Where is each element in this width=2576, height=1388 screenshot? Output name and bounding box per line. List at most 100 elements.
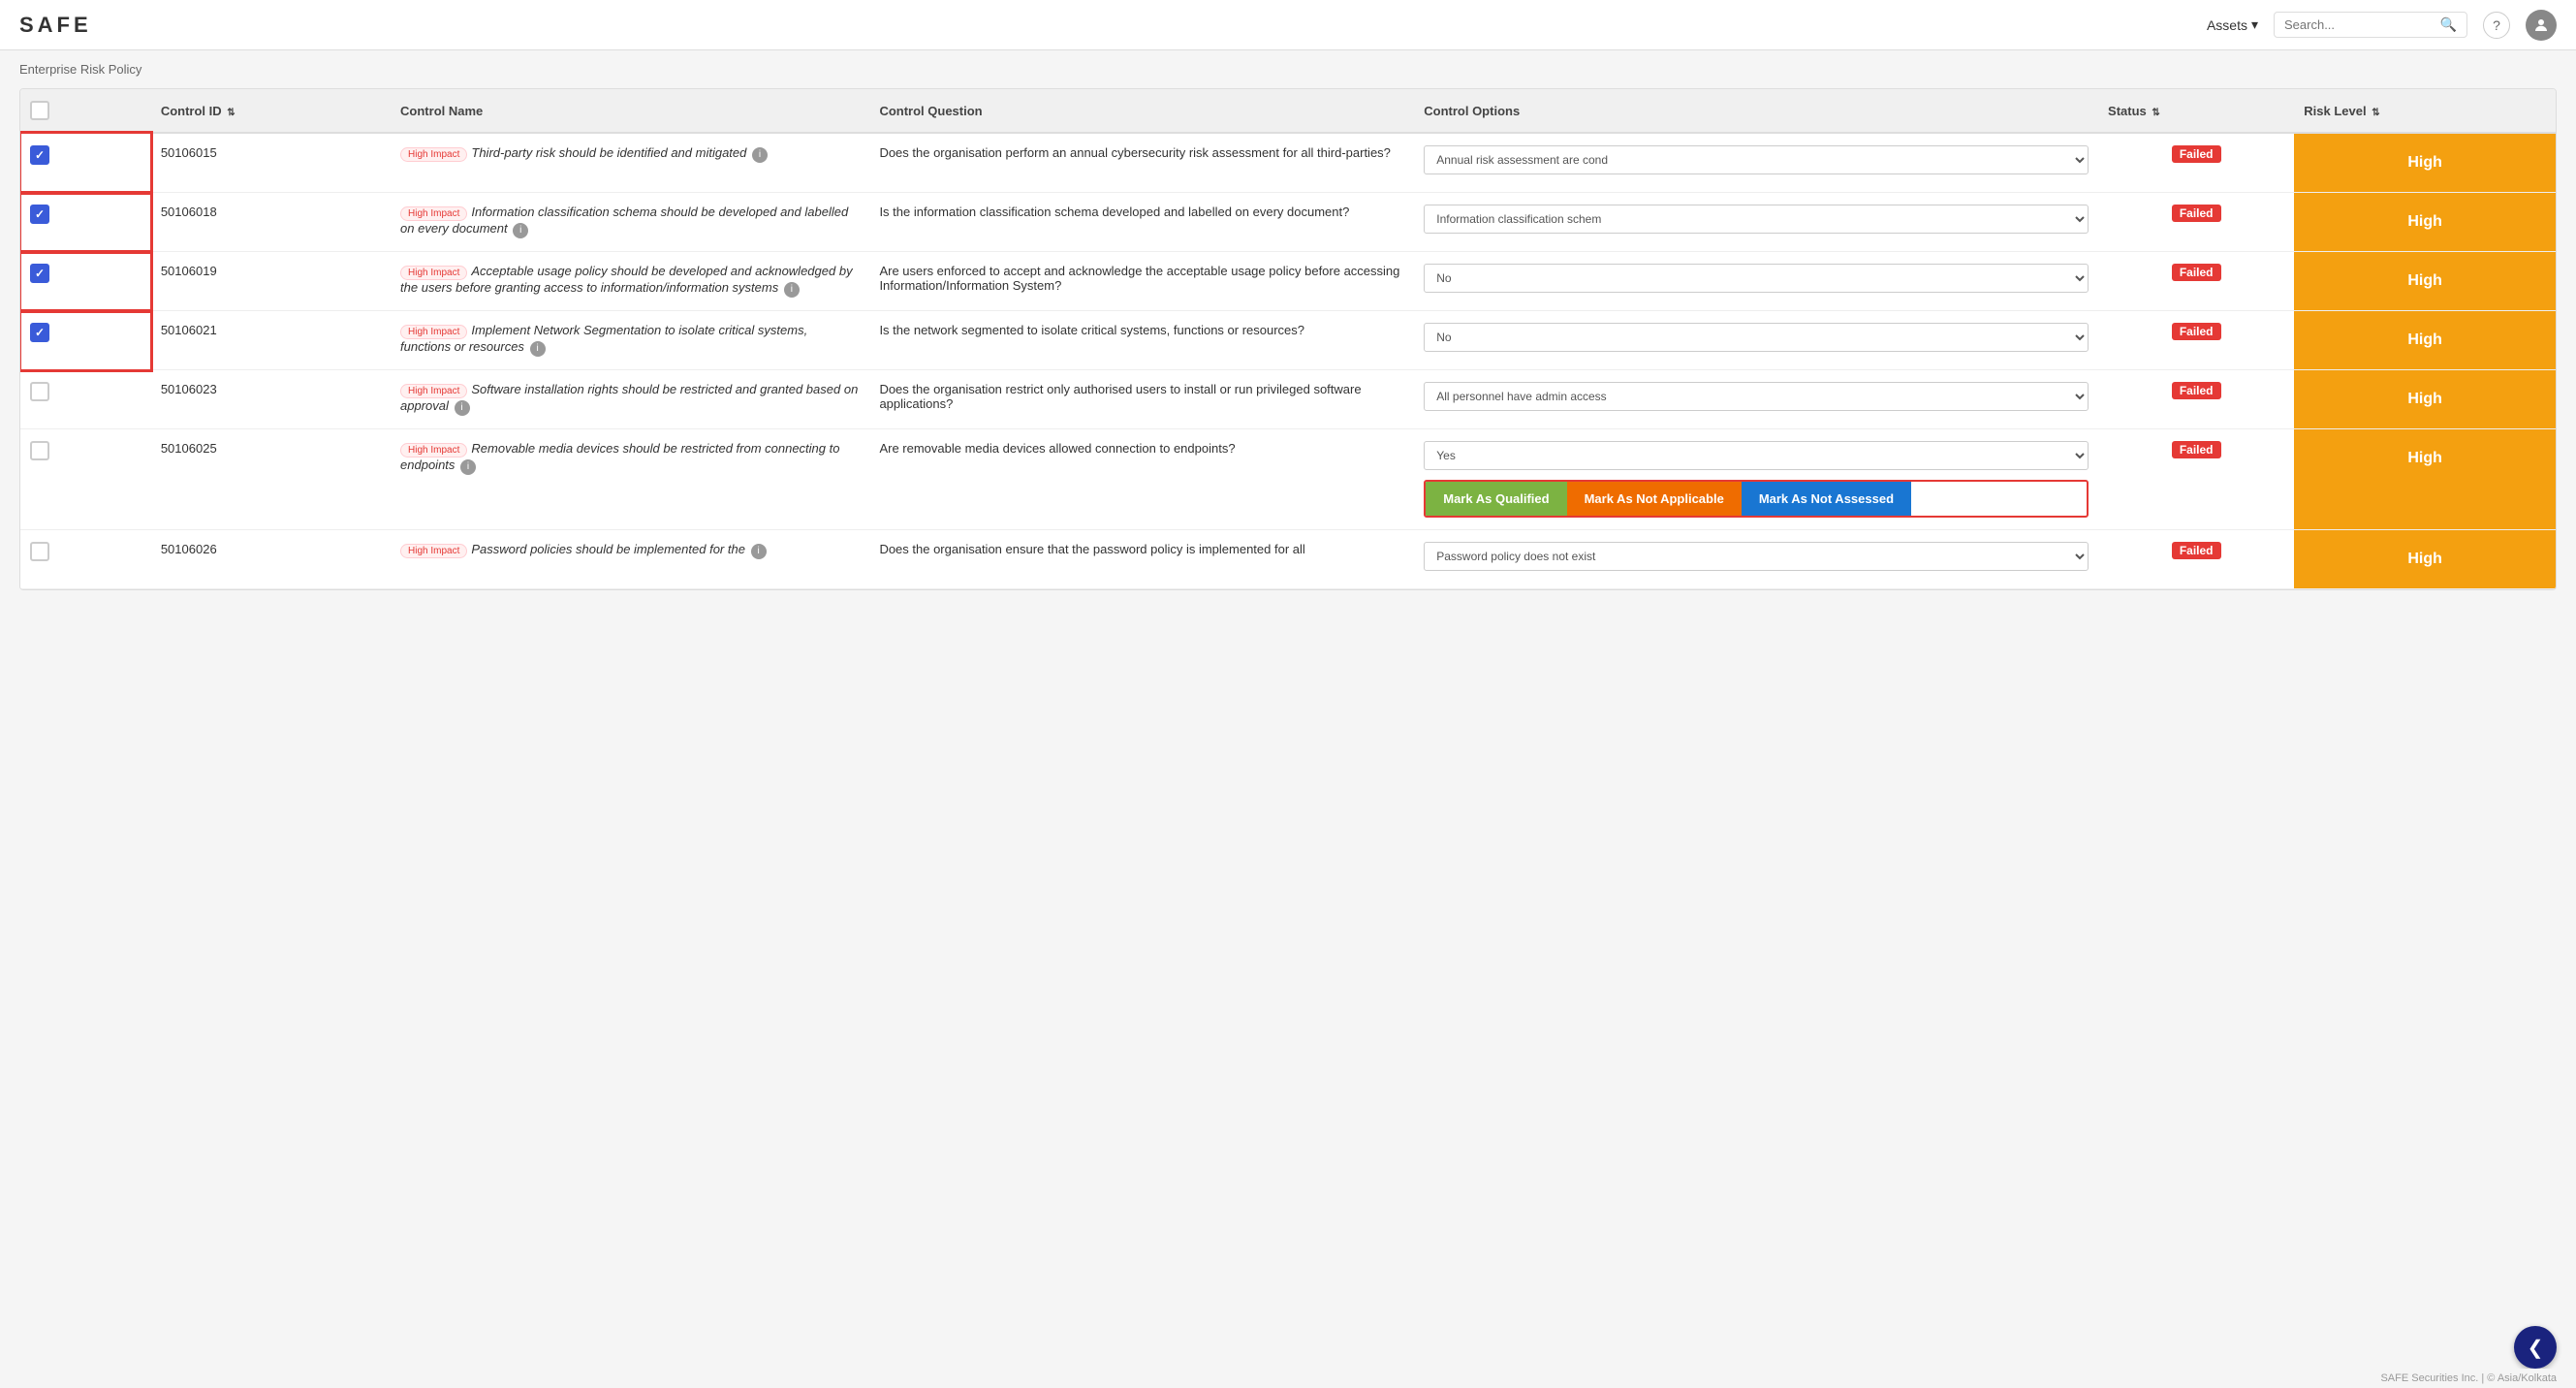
risk-level-value: High — [2294, 193, 2556, 251]
checkbox-cell — [20, 429, 151, 530]
row-checkbox[interactable] — [30, 441, 49, 460]
control-id-cell: 50106019 — [151, 252, 391, 311]
header-right: Assets ▾ 🔍 ? — [2207, 10, 2557, 41]
control-name-cell: High ImpactImplement Network Segmentatio… — [391, 311, 869, 370]
control-id-cell: 50106015 — [151, 133, 391, 193]
status-badge: Failed — [2172, 542, 2221, 559]
option-select[interactable]: No — [1424, 323, 2089, 352]
checkbox-cell — [20, 370, 151, 429]
sort-icon-status[interactable]: ⇅ — [2152, 108, 2159, 118]
checkbox-cell — [20, 193, 151, 252]
th-control-id: Control ID ⇅ — [151, 89, 391, 133]
status-badge: Failed — [2172, 323, 2221, 340]
sort-icon-control-id[interactable]: ⇅ — [227, 108, 235, 118]
control-name-cell: High Impact Third-party risk should be id… — [391, 133, 869, 193]
risk-level-cell: High — [2294, 193, 2556, 252]
assets-dropdown-button[interactable]: Assets ▾ — [2207, 16, 2258, 33]
risk-level-cell: High — [2294, 133, 2556, 193]
option-select[interactable]: No — [1424, 264, 2089, 293]
status-cell: Failed — [2098, 530, 2294, 589]
high-impact-badge: High Impact — [400, 206, 467, 221]
info-icon[interactable]: i — [455, 400, 470, 416]
row-checkbox[interactable] — [30, 323, 49, 342]
status-cell: Failed — [2098, 252, 2294, 311]
control-options-cell: Information classification schem — [1414, 193, 2098, 252]
sort-icon-risk[interactable]: ⇅ — [2372, 108, 2379, 118]
risk-level-cell: High — [2294, 311, 2556, 370]
row-checkbox[interactable] — [30, 205, 49, 224]
th-status-label: Status — [2108, 104, 2147, 118]
th-checkbox — [20, 89, 151, 133]
chevron-down-icon: ▾ — [2251, 16, 2258, 33]
info-icon[interactable]: i — [784, 282, 800, 298]
status-badge: Failed — [2172, 145, 2221, 163]
th-control-name: Control Name — [391, 89, 869, 133]
mark-not-applicable-button[interactable]: Mark As Not Applicable — [1567, 482, 1742, 516]
control-name-text: Password policies should be implemented … — [471, 542, 745, 556]
row-checkbox[interactable] — [30, 264, 49, 283]
control-options-cell: Password policy does not exist — [1414, 530, 2098, 589]
chat-button[interactable]: ❮ — [2514, 1326, 2557, 1369]
row-checkbox[interactable] — [30, 542, 49, 561]
high-impact-badge: High Impact — [400, 443, 467, 457]
control-options-cell: No — [1414, 311, 2098, 370]
control-question-cell: Are users enforced to accept and acknowl… — [869, 252, 1414, 311]
info-icon[interactable]: i — [751, 544, 767, 559]
row-checkbox[interactable] — [30, 145, 49, 165]
control-question-cell: Is the information classification schema… — [869, 193, 1414, 252]
table-row: 50106026High ImpactPassword policies sho… — [20, 530, 2556, 589]
risk-level-cell: High — [2294, 530, 2556, 589]
risk-table: Control ID ⇅ Control Name Control Questi… — [20, 89, 2556, 589]
row-checkbox[interactable] — [30, 382, 49, 401]
th-control-options: Control Options — [1414, 89, 2098, 133]
checkbox-cell — [20, 252, 151, 311]
status-cell: Failed — [2098, 429, 2294, 530]
control-name-text: Third-party risk should be identified an… — [471, 145, 746, 160]
help-button[interactable]: ? — [2483, 12, 2510, 39]
control-options-cell: Annual risk assessment are cond — [1414, 133, 2098, 193]
info-icon[interactable]: i — [752, 147, 768, 163]
info-icon[interactable]: i — [530, 341, 546, 357]
risk-level-value: High — [2294, 370, 2556, 428]
search-input[interactable] — [2284, 17, 2436, 32]
table-row: 50106015 High Impact Third-party risk shou… — [20, 133, 2556, 193]
control-name-cell: High ImpactSoftware installation rights … — [391, 370, 869, 429]
avatar[interactable] — [2526, 10, 2557, 41]
option-select[interactable]: Password policy does not exist — [1424, 542, 2089, 571]
checkbox-cell — [20, 133, 151, 193]
option-select[interactable]: Yes — [1424, 441, 2089, 470]
th-status: Status ⇅ — [2098, 89, 2294, 133]
high-impact-badge: High Impact — [400, 325, 467, 339]
control-id-cell: 50106018 — [151, 193, 391, 252]
control-question-cell: Does the organisation restrict only auth… — [869, 370, 1414, 429]
table-body: 50106015 High Impact Third-party risk shou… — [20, 133, 2556, 589]
risk-level-cell: High — [2294, 429, 2556, 530]
header: SAFE Assets ▾ 🔍 ? — [0, 0, 2576, 50]
assets-label: Assets — [2207, 17, 2247, 33]
mark-not-assessed-button[interactable]: Mark As Not Assessed — [1742, 482, 1911, 516]
th-control-question-label: Control Question — [879, 104, 982, 118]
info-icon[interactable]: i — [460, 459, 476, 475]
select-all-checkbox[interactable] — [30, 101, 49, 120]
control-question-cell: Does the organisation perform an annual … — [869, 133, 1414, 193]
control-name-text: Information classification schema should… — [400, 205, 848, 236]
control-options-cell: All personnel have admin access — [1414, 370, 2098, 429]
control-name-cell: High ImpactRemovable media devices shoul… — [391, 429, 869, 530]
high-impact-badge: High Impact — [400, 147, 467, 162]
option-select[interactable]: Information classification schem — [1424, 205, 2089, 234]
control-question-cell: Does the organisation ensure that the pa… — [869, 530, 1414, 589]
risk-level-cell: High — [2294, 370, 2556, 429]
control-id-cell: 50106026 — [151, 530, 391, 589]
mark-qualified-button[interactable]: Mark As Qualified — [1426, 482, 1566, 516]
control-question-cell: Are removable media devices allowed conn… — [869, 429, 1414, 530]
option-select[interactable]: All personnel have admin access — [1424, 382, 2089, 411]
control-id-cell: 50106021 — [151, 311, 391, 370]
table-header: Control ID ⇅ Control Name Control Questi… — [20, 89, 2556, 133]
status-badge: Failed — [2172, 441, 2221, 458]
search-bar: 🔍 — [2274, 12, 2467, 38]
footer: SAFE Securities Inc. | © Asia/Kolkata — [0, 1369, 2576, 1388]
option-select[interactable]: Annual risk assessment are cond — [1424, 145, 2089, 174]
info-icon[interactable]: i — [513, 223, 528, 238]
checkbox-cell — [20, 311, 151, 370]
control-name-cell: High ImpactAcceptable usage policy shoul… — [391, 252, 869, 311]
